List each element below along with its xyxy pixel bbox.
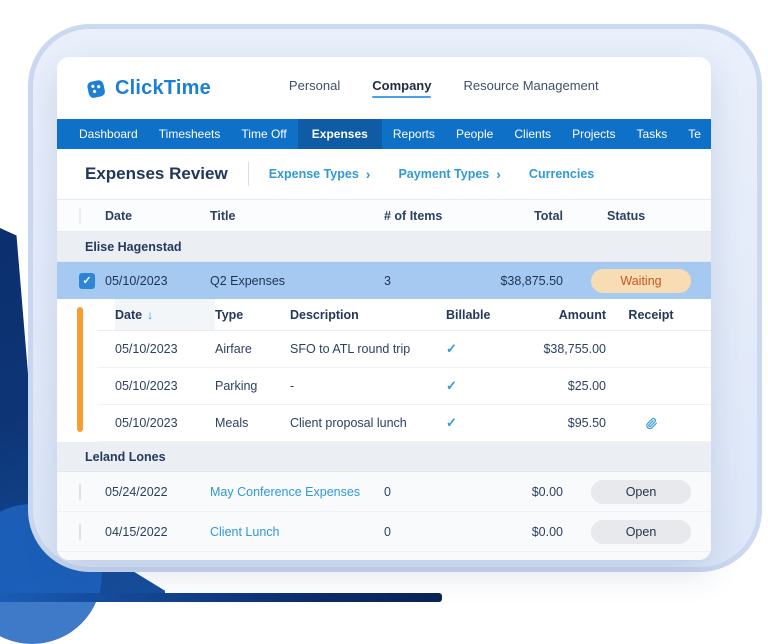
workspace-nav: Personal Company Resource Management xyxy=(289,78,599,98)
nav-item-clients[interactable]: Clients xyxy=(504,119,561,149)
paperclip-icon xyxy=(645,416,658,431)
expense-title-link[interactable]: May Conference Expenses xyxy=(210,485,378,499)
billable-check-icon: ✓ xyxy=(446,378,457,393)
detail-col-type[interactable]: Type xyxy=(215,308,290,322)
detail-table-header: Date ↓ Type Description Billable Amount … xyxy=(97,299,711,331)
cell-total: $0.00 xyxy=(531,484,563,499)
cell-date: 04/15/2022 xyxy=(105,524,168,539)
cell-title: Q2 Expenses xyxy=(210,273,286,288)
detail-col-date[interactable]: Date ↓ xyxy=(115,299,215,330)
group-header-leland-lones: Leland Lones xyxy=(57,442,711,472)
sort-desc-icon: ↓ xyxy=(147,307,154,322)
tab-personal[interactable]: Personal xyxy=(289,78,340,98)
cell-date: 05/10/2023 xyxy=(115,416,178,430)
cell-type: Parking xyxy=(215,379,258,393)
link-currencies[interactable]: Currencies xyxy=(529,167,594,181)
expense-title-link[interactable]: Client Lunch xyxy=(210,525,378,539)
settings-links: Expense Types › Payment Types › Currenci… xyxy=(269,167,595,181)
status-badge-open[interactable]: Open xyxy=(591,519,691,544)
group-header-elise-hagenstad: Elise Hagenstad xyxy=(57,232,711,262)
main-nav-bar: Dashboard Timesheets Time Off Expenses R… xyxy=(57,119,711,149)
cell-items: 3 xyxy=(384,273,391,288)
cell-items: 0 xyxy=(384,484,391,499)
col-header-date[interactable]: Date xyxy=(105,209,210,223)
row-checkbox[interactable] xyxy=(79,483,81,500)
cell-date: 05/10/2023 xyxy=(105,273,168,288)
billable-check-icon: ✓ xyxy=(446,341,457,356)
nav-item-projects[interactable]: Projects xyxy=(562,119,625,149)
status-badge-open[interactable]: Open xyxy=(591,479,691,504)
expense-table-header: Date Title # of Items Total Status xyxy=(57,199,711,232)
detail-col-date-label: Date xyxy=(115,307,143,322)
link-payment-types-label: Payment Types xyxy=(398,167,490,181)
billable-check-icon: ✓ xyxy=(446,415,457,430)
detail-col-receipt[interactable]: Receipt xyxy=(606,308,696,322)
nav-item-teams-clipped[interactable]: Te xyxy=(678,119,711,149)
link-expense-types-label: Expense Types xyxy=(268,167,359,181)
cell-description: Client proposal lunch xyxy=(290,416,407,430)
clicktime-logo[interactable]: ClickTime xyxy=(85,77,211,100)
link-expense-types[interactable]: Expense Types › xyxy=(269,167,371,181)
col-header-title[interactable]: Title xyxy=(210,209,378,223)
cell-description: SFO to ATL round trip xyxy=(290,342,411,356)
cell-type: Meals xyxy=(215,416,249,430)
app-header: ClickTime Personal Company Resource Mana… xyxy=(57,57,711,119)
expense-row-q2-expenses[interactable]: ✓ 05/10/2023 Q2 Expenses 3 $38,875.50 Wa… xyxy=(57,262,711,299)
detail-col-billable[interactable]: Billable xyxy=(430,308,516,322)
check-icon: ✓ xyxy=(82,275,92,287)
cell-date: 05/24/2022 xyxy=(105,484,168,499)
detail-col-amount[interactable]: Amount xyxy=(516,308,606,322)
receipt-cell[interactable] xyxy=(606,416,696,431)
expense-row-site-visit[interactable]: 04/15/2022 Site Visit / Transportation 0… xyxy=(57,552,711,560)
nav-item-timesheets[interactable]: Timesheets xyxy=(149,119,231,149)
app-window: ClickTime Personal Company Resource Mana… xyxy=(57,57,711,560)
status-badge-waiting[interactable]: Waiting xyxy=(591,268,691,293)
cell-date: 05/10/2023 xyxy=(115,342,178,356)
row-checkbox-checked[interactable]: ✓ xyxy=(79,272,95,289)
cell-amount: $95.50 xyxy=(567,416,606,430)
cell-total: $38,875.50 xyxy=(500,273,563,288)
chevron-right-icon: › xyxy=(496,166,501,182)
nav-item-reports[interactable]: Reports xyxy=(383,119,445,149)
detail-col-description[interactable]: Description xyxy=(290,308,430,322)
cell-description: - xyxy=(290,379,295,393)
header-divider xyxy=(247,162,249,186)
nav-item-dashboard[interactable]: Dashboard xyxy=(69,119,148,149)
cell-amount: $38,755.00 xyxy=(543,342,606,356)
col-header-items[interactable]: # of Items xyxy=(378,209,493,223)
cell-type: Airfare xyxy=(215,342,252,356)
detail-accent-bar xyxy=(77,307,83,432)
page-header: Expenses Review Expense Types › Payment … xyxy=(57,149,711,199)
expense-row-client-lunch[interactable]: 04/15/2022 Client Lunch 0 $0.00 Open xyxy=(57,512,711,552)
clicktime-logo-text: ClickTime xyxy=(115,76,211,99)
page-title: Expenses Review xyxy=(85,164,228,183)
nav-item-tasks[interactable]: Tasks xyxy=(627,119,678,149)
expense-row-may-conference[interactable]: 05/24/2022 May Conference Expenses 0 $0.… xyxy=(57,472,711,512)
row-checkbox[interactable] xyxy=(79,523,81,540)
clicktime-logo-icon xyxy=(85,77,108,100)
link-currencies-label: Currencies xyxy=(528,167,595,181)
expense-detail-panel: Date ↓ Type Description Billable Amount … xyxy=(57,299,711,442)
nav-item-expenses[interactable]: Expenses xyxy=(297,119,382,149)
cell-date: 05/10/2023 xyxy=(115,379,178,393)
tab-resource-management[interactable]: Resource Management xyxy=(463,78,598,98)
background-bottom-band xyxy=(0,593,442,602)
col-header-status[interactable]: Status xyxy=(571,209,711,223)
nav-item-people[interactable]: People xyxy=(446,119,503,149)
cell-amount: $25.00 xyxy=(567,379,606,393)
status-badge-open[interactable]: Open xyxy=(591,559,691,560)
link-payment-types[interactable]: Payment Types › xyxy=(398,167,500,181)
col-header-total[interactable]: Total xyxy=(493,209,571,223)
cell-items: 0 xyxy=(384,524,391,539)
nav-item-time-off[interactable]: Time Off xyxy=(231,119,296,149)
detail-row-meals[interactable]: 05/10/2023 Meals Client proposal lunch ✓… xyxy=(97,405,711,442)
select-all-checkbox[interactable] xyxy=(79,207,81,224)
detail-row-airfare[interactable]: 05/10/2023 Airfare SFO to ATL round trip… xyxy=(97,331,711,368)
detail-table: Date ↓ Type Description Billable Amount … xyxy=(97,299,711,442)
detail-row-parking[interactable]: 05/10/2023 Parking - ✓ $25.00 xyxy=(97,368,711,405)
tab-company[interactable]: Company xyxy=(372,78,431,98)
cell-total: $0.00 xyxy=(531,524,563,539)
chevron-right-icon: › xyxy=(365,166,371,182)
